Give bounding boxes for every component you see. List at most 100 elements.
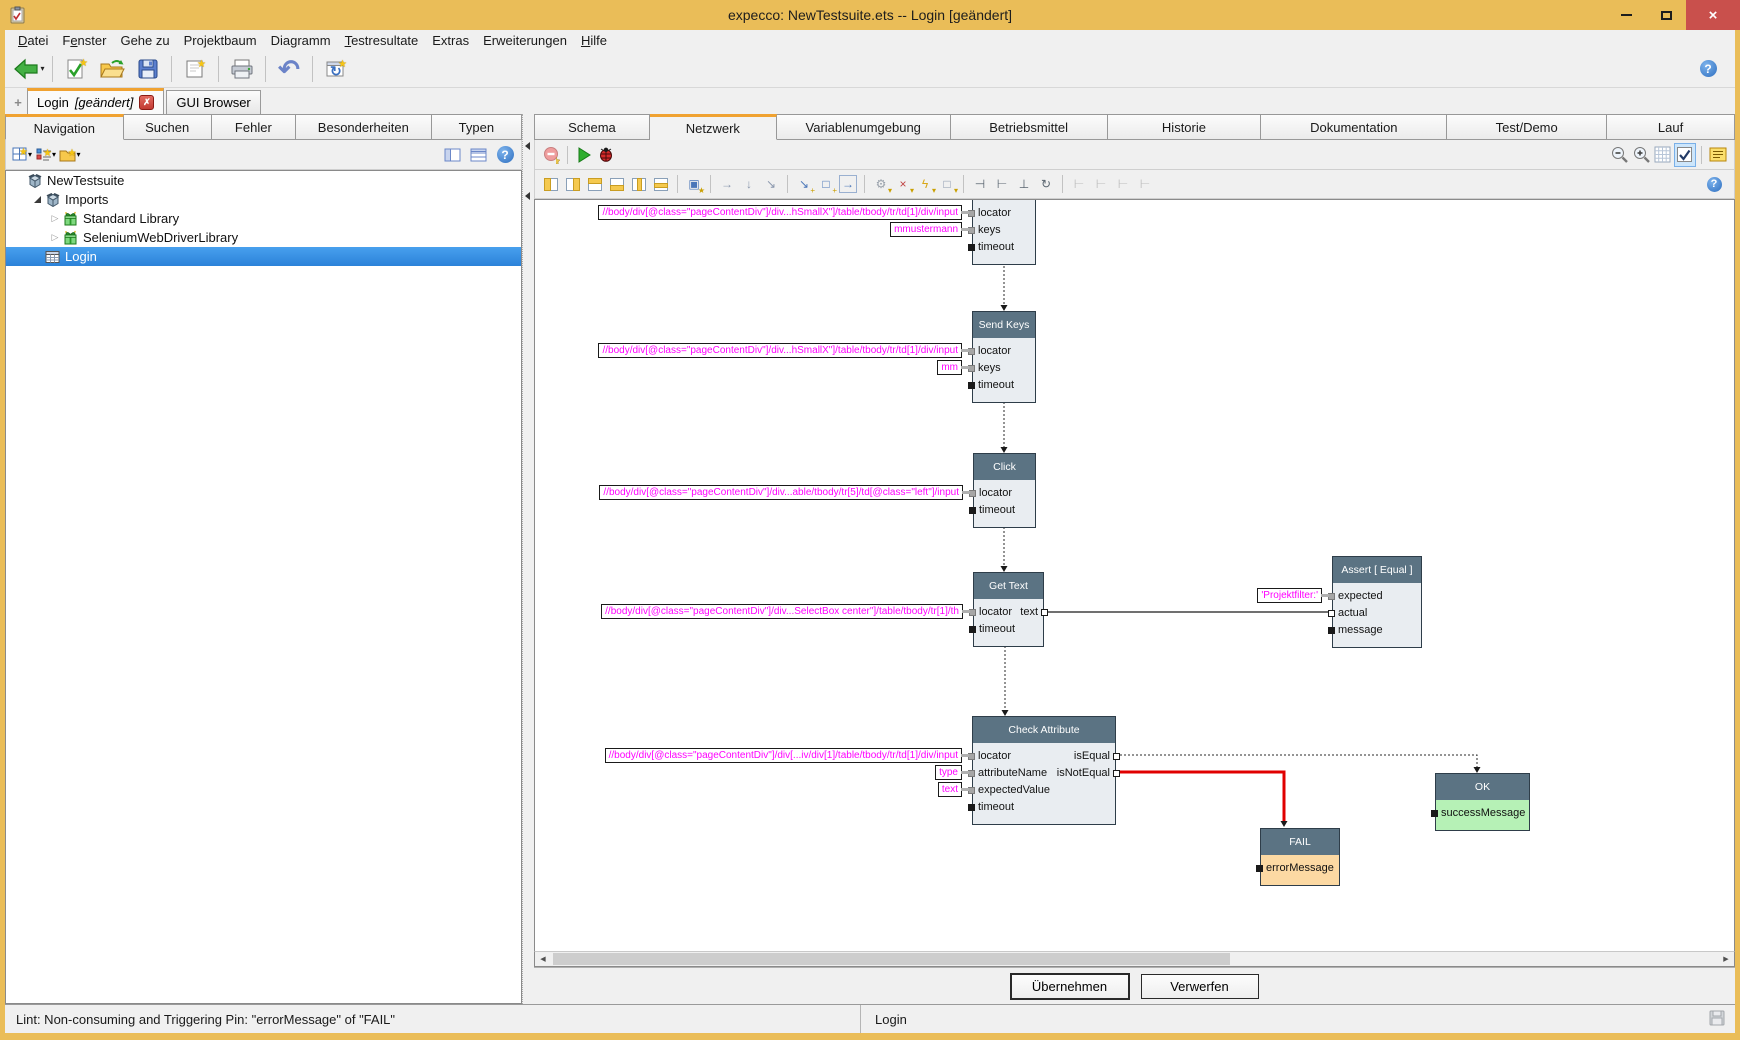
pin-g-button[interactable]: ⊢ (1134, 172, 1156, 196)
value-label[interactable]: //body/div[@class="pageContentDiv"]/div.… (598, 343, 962, 358)
al-b-button[interactable] (606, 172, 628, 196)
diagram-node-ok[interactable]: OKsuccessMessage (1435, 773, 1530, 831)
input-pin[interactable] (969, 490, 976, 497)
scrollbar-thumb[interactable] (553, 953, 1230, 965)
diagram-node-assert-equal[interactable]: Assert [ Equal ]expectedactualmessage (1332, 556, 1422, 648)
input-pin[interactable] (1328, 610, 1335, 617)
value-label[interactable]: //body/div[@class="pageContentDiv"]/div.… (598, 205, 962, 220)
tab-netzwerk[interactable]: Netzwerk (650, 114, 777, 140)
menu-diagramm[interactable]: Diagramm (264, 32, 338, 49)
diagram-node-check-attribute[interactable]: Check AttributelocatorisEqualattributeNa… (972, 716, 1116, 825)
close-button[interactable]: × (1686, 0, 1740, 30)
diagram-canvas[interactable]: locatorkeystimeoutSend Keyslocatorkeysti… (534, 199, 1735, 951)
menu-testresultate[interactable]: Testresultate (338, 32, 426, 49)
output-pin[interactable] (1041, 609, 1048, 616)
pin-e-button[interactable]: ⊢ (1090, 172, 1112, 196)
tree-expander-icon[interactable]: ▷ (48, 213, 62, 224)
al-h-button[interactable] (650, 172, 672, 196)
maximize-button[interactable] (1646, 0, 1686, 30)
diagram-node-get-text[interactable]: Get Textlocatortexttimeout (973, 572, 1044, 647)
splitter-collapse-icon[interactable] (525, 192, 530, 200)
tree-expander-icon[interactable] (30, 196, 44, 203)
act-page-button[interactable]: □▾ (936, 172, 958, 196)
undo-button[interactable]: ↶ (271, 53, 307, 85)
tab-betriebsmittel[interactable]: Betriebsmittel (951, 114, 1108, 140)
debug-button[interactable] (595, 143, 617, 167)
tree-item-standard-library[interactable]: ▷Standard Library (6, 209, 521, 228)
value-label[interactable]: mmustermann (890, 222, 962, 237)
tab-test-demo[interactable]: Test/Demo (1447, 114, 1607, 140)
scroll-left-icon[interactable]: ◀ (535, 952, 551, 966)
pin-b-button[interactable]: ⊢ (991, 172, 1013, 196)
tab-suchen[interactable]: Suchen (124, 114, 212, 140)
tree-item-login[interactable]: Login (6, 247, 521, 266)
input-pin[interactable] (1256, 865, 1263, 872)
print-button[interactable] (224, 53, 260, 85)
tab-close-icon[interactable]: ✗ (139, 95, 154, 110)
toggle-check-button[interactable] (1674, 143, 1696, 167)
pin-a-button[interactable]: ⊣ (969, 172, 991, 196)
input-pin[interactable] (968, 787, 975, 794)
diagram-node-click[interactable]: Clicklocatortimeout (973, 453, 1036, 528)
act-exec-button[interactable]: ϟ▾ (914, 172, 936, 196)
al-t-button[interactable] (584, 172, 606, 196)
menu-datei[interactable]: Datei (11, 32, 55, 49)
act-gear-button[interactable]: ⚙▾ (870, 172, 892, 196)
new-view-button[interactable]: ★▾ (11, 143, 33, 167)
open-button[interactable] (94, 53, 130, 85)
tree-item-seleniumwebdriverlibrary[interactable]: ▷SeleniumWebDriverLibrary (6, 228, 521, 247)
tab-besonderheiten[interactable]: Besonderheiten (296, 114, 432, 140)
help-button[interactable]: ? (1703, 172, 1725, 196)
tree-item-newtestsuite[interactable]: NewTestsuite (6, 171, 521, 190)
splitter-collapse-icon[interactable] (525, 142, 530, 150)
tab-fehler[interactable]: Fehler (212, 114, 296, 140)
input-pin[interactable] (968, 770, 975, 777)
value-label[interactable]: //body/div[@class="pageContentDiv"]/div[… (605, 748, 962, 763)
value-label[interactable]: 'Projektfilter:' (1257, 588, 1322, 603)
tree-item-imports[interactable]: Imports (6, 190, 521, 209)
show-comments-button[interactable] (1707, 143, 1729, 167)
act-del-button[interactable]: ×▾ (892, 172, 914, 196)
add-arrow-button[interactable]: → (837, 172, 859, 196)
input-pin[interactable] (968, 804, 975, 811)
toggle-grid-button[interactable] (1652, 143, 1674, 167)
input-pin[interactable] (968, 382, 975, 389)
editor-tab-gui-browser[interactable]: GUI Browser (166, 90, 260, 114)
pin-c-button[interactable]: ⊥ (1013, 172, 1035, 196)
input-pin[interactable] (969, 626, 976, 633)
zoom-in-button[interactable] (1630, 143, 1652, 167)
window-star-button[interactable]: ▣★ (683, 172, 705, 196)
new-item-button[interactable]: ★▾ (35, 143, 57, 167)
save-button[interactable] (130, 53, 166, 85)
value-label[interactable]: mm (937, 360, 962, 375)
apply-button[interactable]: Übernehmen (1011, 974, 1129, 999)
value-label[interactable]: type (935, 765, 962, 780)
new-tab-button[interactable]: + (9, 95, 27, 114)
input-pin[interactable] (1431, 810, 1438, 817)
al-r-button[interactable] (562, 172, 584, 196)
run-button[interactable] (573, 143, 595, 167)
panel-splitter[interactable] (522, 114, 534, 1004)
add-diag-button[interactable]: ↘+ (793, 172, 815, 196)
tab-lauf[interactable]: Lauf (1607, 114, 1735, 140)
chevron-down-icon[interactable]: ▾ (28, 150, 32, 159)
diagram-node-send-keys[interactable]: Send Keyslocatorkeystimeout (972, 311, 1036, 403)
menu-projektbaum[interactable]: Projektbaum (177, 32, 264, 49)
layout-detail-button[interactable] (442, 143, 464, 167)
canvas-horizontal-scrollbar[interactable]: ◀ ▶ (534, 951, 1735, 967)
chevron-down-icon[interactable]: ▾ (40, 64, 44, 73)
menu-hilfe[interactable]: Hilfe (574, 32, 614, 49)
value-label[interactable]: //body/div[@class="pageContentDiv"]/div.… (601, 604, 963, 619)
pin-rot-button[interactable]: ↻ (1035, 172, 1057, 196)
menu-gehe-zu[interactable]: Gehe zu (113, 32, 176, 49)
editor-tab-login[interactable]: Login[geändert]✗ (27, 88, 164, 114)
tab-dokumentation[interactable]: Dokumentation (1261, 114, 1447, 140)
help-button[interactable]: ? (494, 143, 516, 167)
al-v-button[interactable] (628, 172, 650, 196)
input-pin[interactable] (968, 227, 975, 234)
input-pin[interactable] (1328, 593, 1335, 600)
al-l-button[interactable] (540, 172, 562, 196)
output-pin[interactable] (1113, 753, 1120, 760)
new-folder-button[interactable]: ★▾ (59, 143, 81, 167)
layout-split-button[interactable] (468, 143, 490, 167)
